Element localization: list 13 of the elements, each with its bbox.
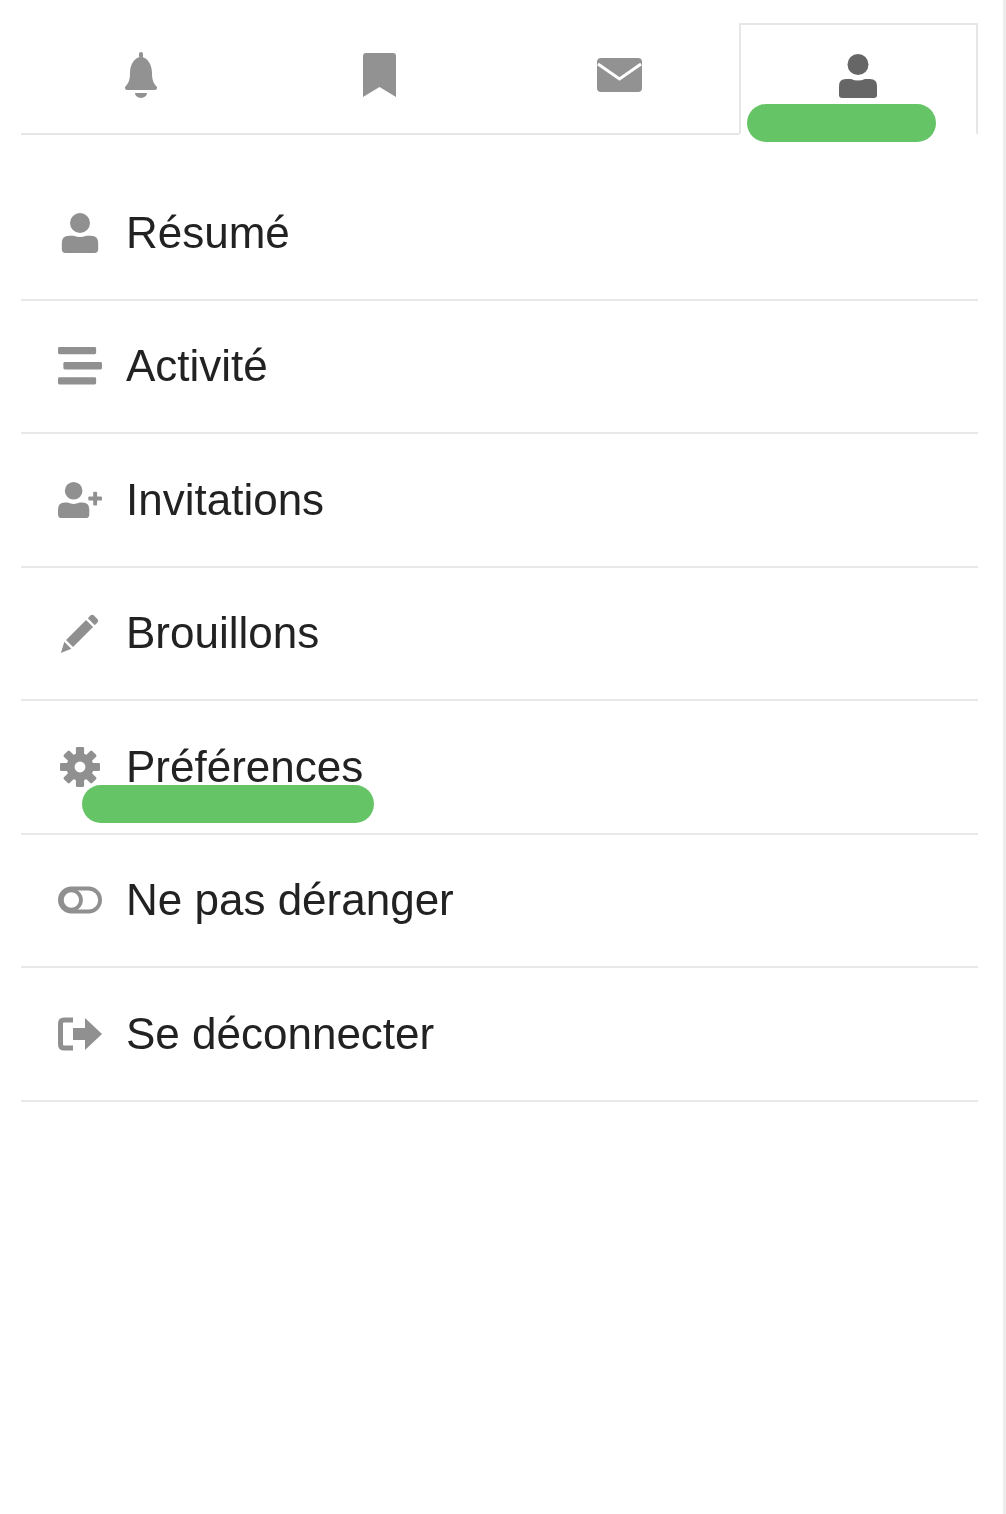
menu-item[interactable]: Invitations: [21, 434, 978, 566]
user-icon: [839, 54, 878, 98]
user-plus-icon: [58, 479, 102, 520]
envelope-icon: [596, 58, 642, 92]
menu-item[interactable]: Résumé: [21, 167, 978, 299]
menu-item[interactable]: Préférences: [21, 701, 978, 833]
menu-item[interactable]: Brouillons: [21, 567, 978, 699]
list-icon: [58, 346, 102, 387]
gear-icon: [58, 746, 102, 787]
menu-item[interactable]: Activité: [21, 300, 978, 432]
menu-item[interactable]: Se déconnecter: [21, 968, 978, 1100]
bookmark-icon: [363, 53, 397, 97]
menu-item[interactable]: Ne pas déranger: [21, 834, 978, 966]
